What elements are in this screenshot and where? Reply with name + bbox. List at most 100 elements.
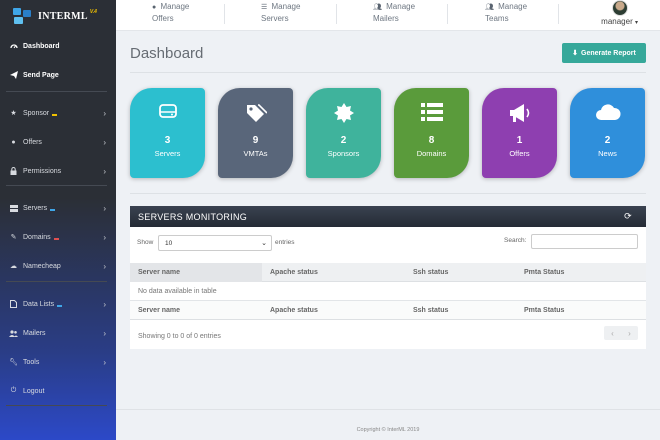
sidebar-item-send-page[interactable]: Send Page bbox=[0, 62, 116, 88]
nav-manage-servers[interactable]: ☰ Manage Servers bbox=[261, 1, 300, 24]
circle-icon: ● bbox=[11, 138, 16, 146]
nav-label: Offers bbox=[152, 14, 174, 23]
stat-tile-servers[interactable]: 3 Servers bbox=[130, 88, 205, 178]
lock-icon bbox=[9, 167, 18, 176]
nav-manage-offers[interactable]: ● Manage Offers bbox=[152, 1, 189, 24]
stat-label: Domains bbox=[416, 149, 447, 158]
hdd-icon bbox=[130, 103, 205, 123]
brand-version: V.4 bbox=[89, 9, 97, 15]
refresh-icon[interactable]: ⟳ bbox=[624, 211, 632, 222]
avatar bbox=[611, 0, 628, 16]
sidebar-item-label: Domains bbox=[23, 233, 51, 241]
divider bbox=[130, 193, 646, 194]
sidebar-item-label: Send Page bbox=[23, 71, 59, 79]
cloud-icon: ☁ bbox=[10, 263, 17, 270]
search-input[interactable] bbox=[531, 234, 638, 249]
sidebar-item-data-lists[interactable]: Data Lists › bbox=[0, 291, 116, 317]
circle-icon: ● bbox=[152, 4, 157, 11]
table-footer: Server name Apache status Ssh status Pmt… bbox=[130, 301, 646, 320]
sidebar-item-domains[interactable]: ✎ Domains › bbox=[0, 224, 116, 250]
status-mark bbox=[52, 114, 58, 116]
generate-report-button[interactable]: ⬇ Generate Report bbox=[562, 43, 646, 63]
copyright: Copyright © InterML 2019 bbox=[356, 427, 420, 433]
stat-tile-offers[interactable]: 1 Offers bbox=[482, 88, 557, 178]
column-header-pmta-status[interactable]: Pmta Status bbox=[524, 269, 564, 276]
sidebar-divider bbox=[6, 281, 107, 282]
footer-divider bbox=[116, 409, 660, 410]
column-header-apache-status[interactable]: Apache status bbox=[270, 269, 318, 276]
nav-divider bbox=[224, 4, 225, 24]
stat-tile-news[interactable]: 2 News bbox=[570, 88, 645, 178]
sidebar-divider bbox=[6, 91, 107, 92]
table-header: Server name Apache status Ssh status Pmt… bbox=[130, 263, 646, 282]
edit-icon: ✎ bbox=[10, 234, 17, 241]
dashboard-icon bbox=[9, 42, 18, 51]
chevron-right-icon: › bbox=[103, 299, 106, 309]
sidebar-item-tools[interactable]: 🔧︎ Tools › bbox=[0, 349, 116, 375]
entries-label: entries bbox=[275, 239, 295, 246]
stat-label: VMTAs bbox=[243, 149, 268, 158]
nav-label: Teams bbox=[485, 14, 509, 23]
brand[interactable]: INTERML V.4 bbox=[0, 0, 116, 32]
sidebar-item-permissions[interactable]: Permissions › bbox=[0, 158, 116, 184]
star-icon: ★ bbox=[10, 110, 17, 117]
chevron-right-icon: › bbox=[103, 357, 106, 367]
power-icon: ⏻ bbox=[10, 387, 17, 394]
show-label: Show bbox=[137, 239, 154, 246]
stat-tile-vmtas[interactable]: 9 VMTAs bbox=[218, 88, 293, 178]
stat-value: 8 bbox=[428, 135, 435, 146]
stat-label: Servers bbox=[154, 149, 181, 158]
cloud-icon bbox=[570, 103, 645, 123]
sidebar-item-servers[interactable]: Servers › bbox=[0, 195, 116, 221]
select-value: 10 bbox=[165, 239, 173, 247]
sidebar-item-logout[interactable]: ⏻ Logout bbox=[0, 378, 116, 404]
logo-icon bbox=[13, 8, 31, 24]
stat-label: Sponsors bbox=[327, 149, 360, 158]
table-row: No data available in table bbox=[130, 282, 646, 301]
stat-value: 9 bbox=[252, 135, 259, 146]
sidebar-item-namecheap[interactable]: ☁ Namecheap › bbox=[0, 253, 116, 279]
wrench-icon: 🔧︎ bbox=[9, 359, 18, 366]
sidebar-item-mailers[interactable]: Mailers › bbox=[0, 320, 116, 346]
column-header-server-name[interactable]: Server name bbox=[138, 269, 180, 276]
stat-value: 2 bbox=[340, 135, 347, 146]
paper-plane-icon bbox=[9, 71, 18, 80]
users-icon: 👥︎ bbox=[485, 4, 494, 11]
chevron-down-icon: ⌄ bbox=[261, 240, 267, 247]
sidebar-item-sponsor[interactable]: ★ Sponsor › bbox=[0, 100, 116, 126]
nav-manage-teams[interactable]: 👥︎ Manage Teams bbox=[485, 1, 527, 24]
nav-manage-mailers[interactable]: 👥︎ Manage Mailers bbox=[373, 1, 415, 24]
user-menu[interactable]: manager ▾ bbox=[601, 0, 638, 26]
page-length-select[interactable]: 10 ⌄ bbox=[158, 235, 272, 251]
pagination: ‹ › bbox=[604, 326, 638, 340]
prev-page-button[interactable]: ‹ bbox=[611, 329, 614, 338]
brand-name: INTERML bbox=[38, 10, 88, 22]
sidebar-item-offers[interactable]: ● Offers › bbox=[0, 129, 116, 155]
column-footer-pmta-status: Pmta Status bbox=[524, 307, 565, 314]
chevron-right-icon: › bbox=[103, 328, 106, 338]
bullhorn-icon bbox=[482, 103, 557, 123]
column-footer-server-name: Server name bbox=[138, 307, 181, 314]
sidebar-item-label: Data Lists bbox=[23, 300, 55, 308]
sidebar-item-label: Permissions bbox=[23, 167, 62, 175]
panel-title: SERVERS MONITORING bbox=[138, 211, 248, 222]
column-footer-apache-status: Apache status bbox=[270, 307, 318, 314]
sidebar-divider bbox=[6, 405, 107, 406]
stat-value: 1 bbox=[516, 135, 523, 146]
stat-tile-sponsors[interactable]: 2 Sponsors bbox=[306, 88, 381, 178]
column-header-ssh-status[interactable]: Ssh status bbox=[413, 269, 448, 276]
sidebar-item-dashboard[interactable]: Dashboard bbox=[0, 33, 116, 59]
chevron-right-icon: › bbox=[103, 261, 106, 271]
sidebar-item-label: Tools bbox=[23, 358, 40, 366]
stat-label: Offers bbox=[509, 149, 530, 158]
stat-value: 3 bbox=[164, 135, 171, 146]
divider bbox=[130, 72, 646, 73]
page-title: Dashboard bbox=[130, 45, 204, 62]
sidebar-item-label: Mailers bbox=[23, 329, 46, 337]
next-page-button[interactable]: › bbox=[628, 329, 631, 338]
panel-header: SERVERS MONITORING ⟳ bbox=[130, 206, 646, 227]
stat-tile-domains[interactable]: 8 Domains bbox=[394, 88, 469, 178]
table-info: Showing 0 to 0 of 0 entries bbox=[138, 333, 221, 340]
sidebar-divider bbox=[6, 185, 107, 186]
nav-divider bbox=[336, 4, 337, 24]
